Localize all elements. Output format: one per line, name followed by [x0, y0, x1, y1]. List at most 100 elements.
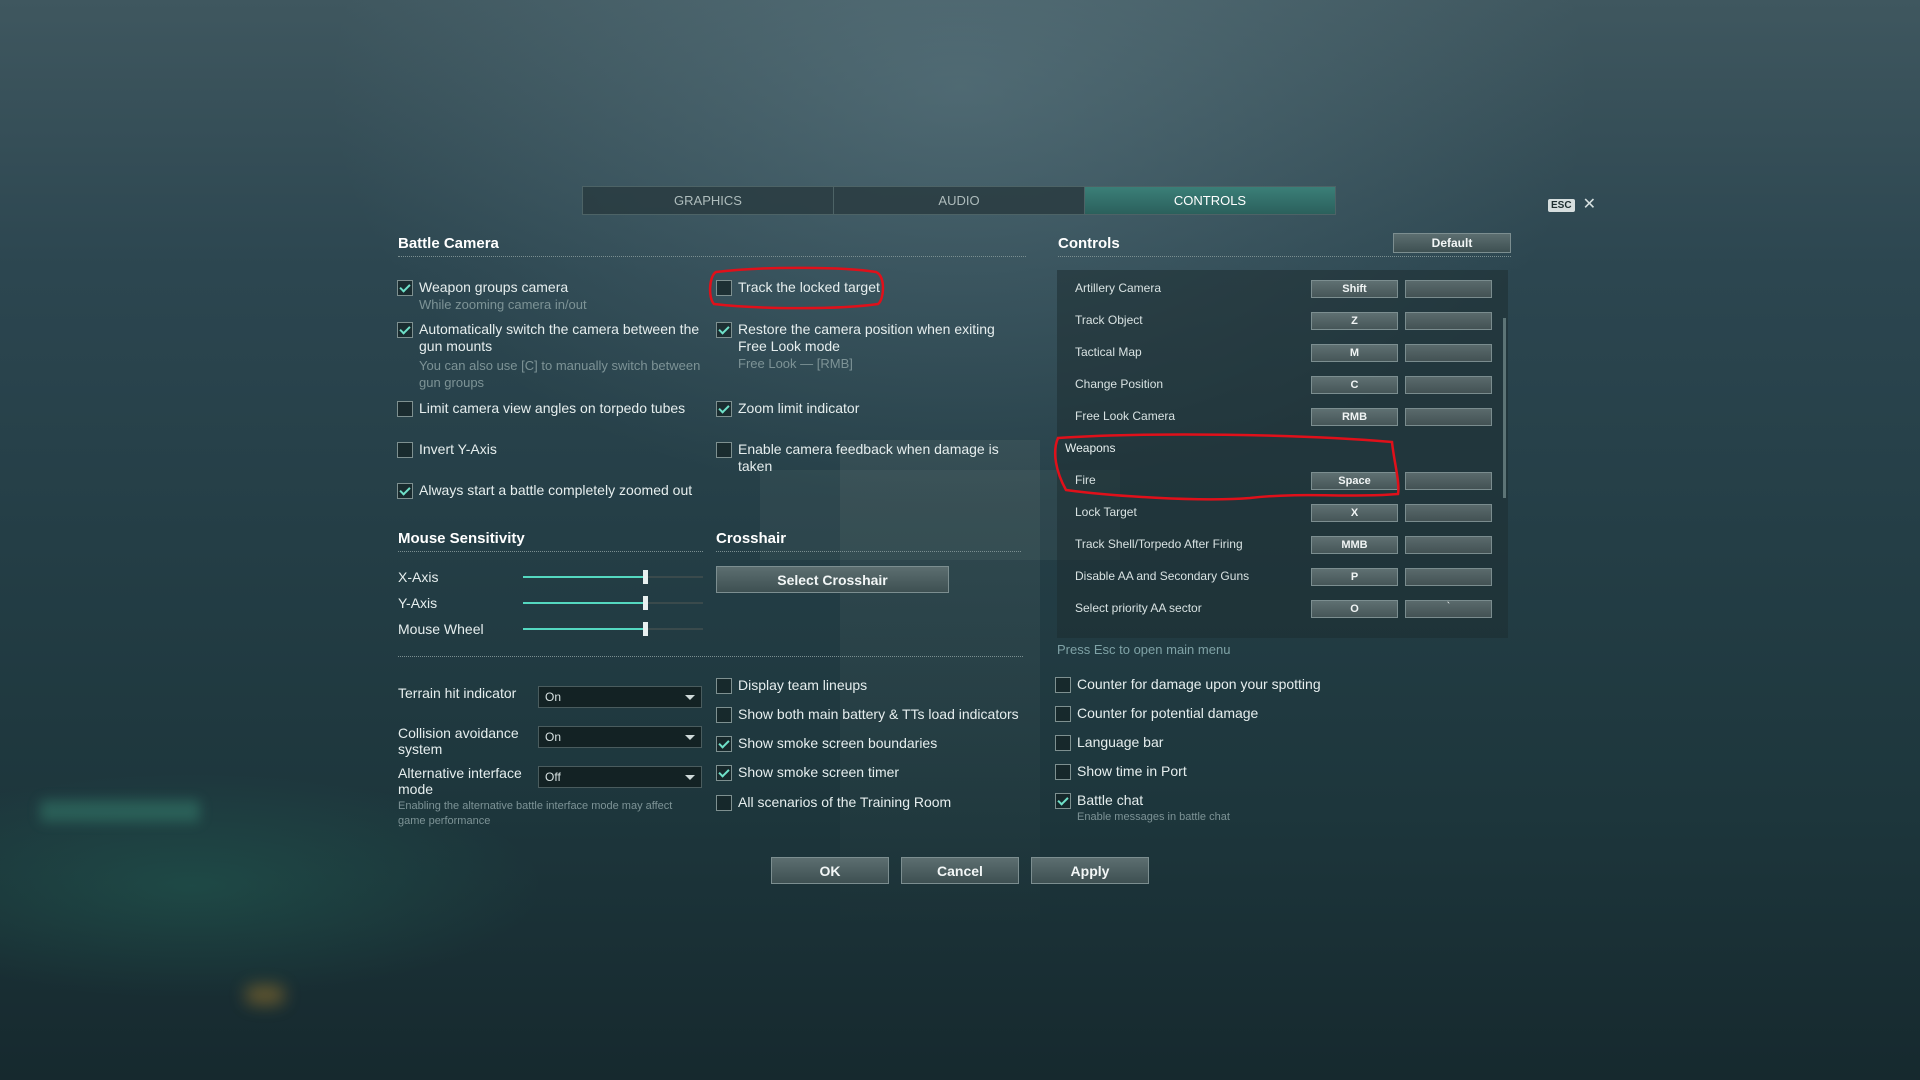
alternative-interface-select[interactable]: Off	[538, 766, 702, 788]
checkbox[interactable]	[397, 442, 413, 458]
scrollbar-thumb[interactable]	[1503, 318, 1506, 498]
checkbox[interactable]	[397, 322, 413, 338]
slider-handle[interactable]	[643, 622, 649, 636]
checkbox[interactable]	[1055, 677, 1071, 693]
option-label: Restore the camera position when exiting…	[738, 321, 995, 354]
keybinding-primary[interactable]: C	[1311, 376, 1398, 394]
option-training-room-scenarios[interactable]: All scenarios of the Training Room	[716, 794, 1026, 811]
crosshair-title: Crosshair	[716, 530, 787, 547]
option-smoke-timer[interactable]: Show smoke screen timer	[716, 764, 1026, 781]
slider-fill	[523, 628, 646, 630]
keybinding-primary[interactable]: P	[1311, 568, 1398, 586]
keybinding-secondary[interactable]	[1405, 312, 1492, 330]
checkbox[interactable]	[1055, 735, 1071, 751]
slider-handle[interactable]	[643, 596, 649, 610]
keybinding-secondary[interactable]	[1405, 408, 1492, 426]
checkbox[interactable]	[716, 707, 732, 723]
keybinding-primary[interactable]: M	[1311, 344, 1398, 362]
keybinding-primary[interactable]: Space	[1311, 472, 1398, 490]
option-battle-chat[interactable]: Battle chat Enable messages in battle ch…	[1055, 792, 1455, 825]
checkbox[interactable]	[1055, 793, 1071, 809]
keybinding-primary[interactable]: MMB	[1311, 536, 1398, 554]
keybinding-row[interactable]: Track Shell/Torpedo After Firing MMB	[1057, 528, 1497, 560]
keybinding-row[interactable]: Lock Target X	[1057, 496, 1497, 528]
y-axis-slider[interactable]	[523, 596, 703, 610]
option-track-locked-target[interactable]: Track the locked target	[716, 279, 1026, 296]
checkbox[interactable]	[716, 442, 732, 458]
keybinding-secondary[interactable]	[1405, 472, 1492, 490]
option-damage-spotting-counter[interactable]: Counter for damage upon your spotting	[1055, 676, 1455, 693]
checkbox[interactable]	[397, 280, 413, 296]
keybinding-primary[interactable]: RMB	[1311, 408, 1398, 426]
keybinding-row[interactable]: Free Look Camera RMB	[1057, 400, 1497, 432]
keybinding-row[interactable]: Change Position C	[1057, 368, 1497, 400]
checkbox[interactable]	[716, 678, 732, 694]
checkbox[interactable]	[716, 401, 732, 417]
option-limit-torpedo-angles[interactable]: Limit camera view angles on torpedo tube…	[397, 400, 707, 417]
option-label: Show time in Port	[1077, 763, 1187, 779]
option-label: Counter for damage upon your spotting	[1077, 676, 1321, 692]
option-auto-switch-camera[interactable]: Automatically switch the camera between …	[397, 321, 707, 391]
option-weapon-groups-camera[interactable]: Weapon groups camera While zooming camer…	[397, 279, 707, 313]
default-button[interactable]: Default	[1393, 233, 1511, 253]
option-language-bar[interactable]: Language bar	[1055, 734, 1455, 751]
collision-avoidance-select[interactable]: On	[538, 726, 702, 748]
option-potential-damage-counter[interactable]: Counter for potential damage	[1055, 705, 1455, 722]
checkbox[interactable]	[716, 322, 732, 338]
keybinding-action: Free Look Camera	[1075, 409, 1176, 423]
keybinding-primary[interactable]: O	[1311, 600, 1398, 618]
keybindings-list[interactable]: Artillery Camera Shift Track Object Z Ta…	[1057, 270, 1508, 638]
keybinding-secondary[interactable]	[1405, 344, 1492, 362]
checkbox[interactable]	[716, 765, 732, 781]
option-zoom-limit-indicator[interactable]: Zoom limit indicator	[716, 400, 1026, 417]
checkbox[interactable]	[397, 401, 413, 417]
option-load-indicators[interactable]: Show both main battery & TTs load indica…	[716, 706, 1026, 723]
checkbox[interactable]	[716, 736, 732, 752]
keybinding-action: Artillery Camera	[1075, 281, 1162, 295]
checkbox[interactable]	[716, 795, 732, 811]
ok-button[interactable]: OK	[771, 857, 889, 884]
keybinding-secondary[interactable]: `	[1405, 600, 1492, 618]
cancel-button[interactable]: Cancel	[901, 857, 1019, 884]
close-icon[interactable]: ✕	[1583, 197, 1596, 213]
option-label: Enable camera feedback when damage is ta…	[738, 441, 999, 474]
keybinding-group-title: Weapons	[1065, 441, 1116, 455]
slider-handle[interactable]	[643, 570, 649, 584]
tab-audio[interactable]: AUDIO	[834, 187, 1085, 214]
keybinding-row[interactable]: Artillery Camera Shift	[1057, 272, 1497, 304]
checkbox[interactable]	[397, 483, 413, 499]
keybinding-row[interactable]: Select priority AA sector O `	[1057, 592, 1497, 624]
option-restore-camera-position[interactable]: Restore the camera position when exiting…	[716, 321, 1016, 372]
keybinding-row[interactable]: Disable AA and Secondary Guns P	[1057, 560, 1497, 592]
checkbox[interactable]	[716, 280, 732, 296]
terrain-hit-indicator-select[interactable]: On	[538, 686, 702, 708]
keybinding-primary[interactable]: X	[1311, 504, 1398, 522]
keybindings-scrollbar[interactable]	[1503, 318, 1506, 498]
keybinding-row[interactable]: Fire Space	[1057, 464, 1497, 496]
keybinding-secondary[interactable]	[1405, 280, 1492, 298]
x-axis-slider[interactable]	[523, 570, 703, 584]
keybinding-primary[interactable]: Shift	[1311, 280, 1398, 298]
keybinding-row[interactable]: Track Object Z	[1057, 304, 1497, 336]
tab-graphics[interactable]: GRAPHICS	[583, 187, 834, 214]
keybinding-secondary[interactable]	[1405, 568, 1492, 586]
keybinding-row[interactable]: Tactical Map M	[1057, 336, 1497, 368]
checkbox[interactable]	[1055, 764, 1071, 780]
option-start-zoomed-out[interactable]: Always start a battle completely zoomed …	[397, 482, 707, 499]
tab-controls[interactable]: CONTROLS	[1085, 187, 1335, 214]
keybinding-secondary[interactable]	[1405, 376, 1492, 394]
option-invert-y-axis[interactable]: Invert Y-Axis	[397, 441, 707, 458]
mouse-wheel-slider[interactable]	[523, 622, 703, 636]
keybinding-secondary[interactable]	[1405, 504, 1492, 522]
settings-tabs: GRAPHICS AUDIO CONTROLS	[582, 186, 1336, 215]
option-camera-feedback-damage[interactable]: Enable camera feedback when damage is ta…	[716, 441, 1026, 475]
keybinding-secondary[interactable]	[1405, 536, 1492, 554]
option-show-time-in-port[interactable]: Show time in Port	[1055, 763, 1455, 780]
option-display-team-lineups[interactable]: Display team lineups	[716, 677, 1026, 694]
apply-button[interactable]: Apply	[1031, 857, 1149, 884]
keybinding-action: Select priority AA sector	[1075, 601, 1202, 615]
keybinding-primary[interactable]: Z	[1311, 312, 1398, 330]
checkbox[interactable]	[1055, 706, 1071, 722]
select-crosshair-button[interactable]: Select Crosshair	[716, 566, 949, 593]
option-smoke-boundaries[interactable]: Show smoke screen boundaries	[716, 735, 1026, 752]
